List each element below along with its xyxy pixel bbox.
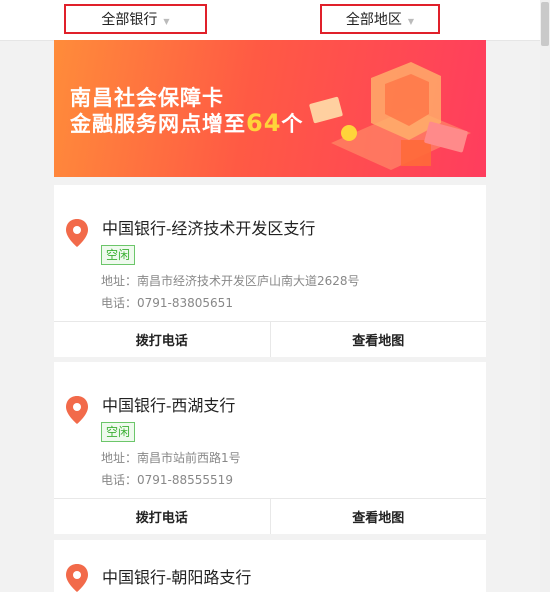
view-map-button[interactable]: 查看地图 <box>269 322 487 357</box>
banner-number: 64 <box>246 109 282 137</box>
branch-card: 中国银行-西湖支行 空闲 地址：南昌市站前西路1号 电话：0791-885555… <box>54 362 486 534</box>
region-filter-dropdown[interactable]: 全部地区 ▼ <box>320 4 440 34</box>
card-actions: 拨打电话 查看地图 <box>54 498 486 534</box>
scrollbar-thumb[interactable] <box>541 2 549 46</box>
banner-subtitle: 金融服务网点增至64个 <box>70 109 304 137</box>
banner-illustration-icon <box>309 62 471 170</box>
branch-phone: 电话：0791-88555519 <box>101 473 233 487</box>
region-filter-label: 全部地区 <box>345 12 402 28</box>
branch-address: 地址：南昌市经济技术开发区庐山南大道2628号 <box>101 274 360 288</box>
branch-card: 中国银行-朝阳路支行 <box>54 540 486 592</box>
branch-card: 中国银行-经济技术开发区支行 空闲 地址：南昌市经济技术开发区庐山南大道2628… <box>54 185 486 357</box>
location-pin-icon <box>66 396 88 424</box>
branch-name: 中国银行-朝阳路支行 <box>102 568 252 587</box>
promo-banner[interactable]: 南昌社会保障卡 金融服务网点增至64个 <box>54 40 486 177</box>
branch-address: 地址：南昌市站前西路1号 <box>101 451 241 465</box>
branch-phone: 电话：0791-83805651 <box>101 296 233 310</box>
scrollbar[interactable] <box>540 0 550 592</box>
filter-bar: 全部银行 ▼ 全部地区 ▼ <box>0 0 540 41</box>
card-actions: 拨打电话 查看地图 <box>54 321 486 357</box>
status-badge: 空闲 <box>101 245 136 265</box>
location-pin-icon <box>66 219 88 247</box>
bank-filter-dropdown[interactable]: 全部银行 ▼ <box>64 4 207 34</box>
call-button[interactable]: 拨打电话 <box>54 322 270 357</box>
location-pin-icon <box>66 564 88 592</box>
view-map-button[interactable]: 查看地图 <box>269 499 487 534</box>
chevron-down-icon: ▼ <box>407 16 415 26</box>
branch-name: 中国银行-西湖支行 <box>102 396 236 415</box>
chevron-down-icon: ▼ <box>163 16 170 26</box>
call-button[interactable]: 拨打电话 <box>54 499 270 534</box>
status-badge: 空闲 <box>101 422 136 442</box>
branch-name: 中国银行-经济技术开发区支行 <box>102 219 316 238</box>
bank-filter-label: 全部银行 <box>101 12 158 28</box>
